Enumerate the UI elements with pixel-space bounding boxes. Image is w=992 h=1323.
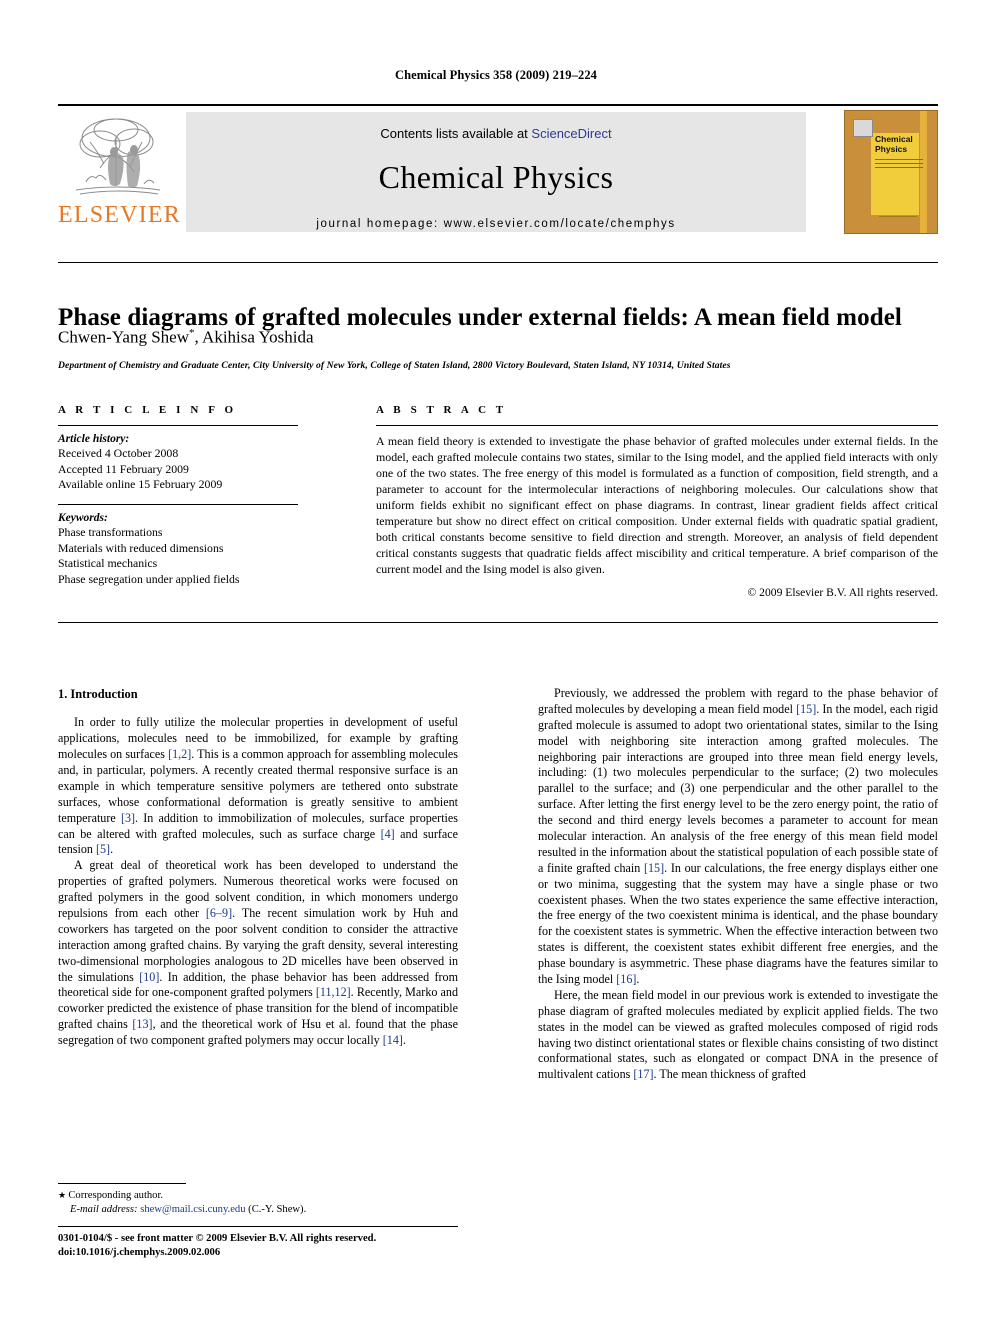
history-received: Received 4 October 2008 (58, 446, 179, 460)
text-run: . The mean thickness of grafted (653, 1067, 806, 1082)
author-secondary: , Akihisa Yoshida (194, 327, 314, 347)
text-run: . In the model, each rigid grafted molec… (538, 701, 938, 875)
citation-ref[interactable]: [10] (139, 970, 159, 984)
keyword-item: Phase transformations (58, 525, 163, 540)
text-run: . (636, 972, 640, 987)
paragraph: In order to fully utilize the molecular … (58, 715, 458, 858)
citation-ref[interactable]: [17] (633, 1067, 653, 1081)
keywords-label: Keywords: (58, 512, 108, 525)
citation-ref[interactable]: [3] (121, 811, 135, 825)
info-rule-top (58, 425, 298, 426)
citation-ref[interactable]: [6–9] (206, 906, 232, 920)
asterisk-icon: ★ (58, 1190, 69, 1200)
section-heading-introduction: 1. Introduction (58, 687, 138, 701)
cover-stripe (920, 111, 927, 233)
footnote-block: ★ Corresponding author. E-mail address: … (58, 1189, 458, 1217)
info-rule-mid (58, 504, 298, 506)
contents-line: Contents lists available at ScienceDirec… (186, 112, 806, 141)
text-run: . In our calculations, the free energy d… (538, 860, 938, 987)
email-link[interactable]: shew@mail.csi.cuny.edu (140, 1204, 245, 1215)
author-primary: Chwen-Yang Shew (58, 327, 189, 347)
citation-ref[interactable]: [4] (381, 827, 395, 841)
journal-banner: Contents lists available at ScienceDirec… (186, 112, 806, 232)
footnote-divider (58, 1183, 186, 1184)
email-suffix: (C.-Y. Shew). (245, 1204, 307, 1216)
body-column-left: 1. Introduction In order to fully utiliz… (58, 686, 458, 1049)
paragraph: Previously, we addressed the problem wit… (538, 686, 938, 988)
article-info-heading: A R T I C L E I N F O (58, 404, 237, 416)
keyword-item: Materials with reduced dimensions (58, 540, 224, 555)
abstract-heading: A B S T R A C T (376, 404, 507, 416)
abstract-rule-bottom (58, 622, 938, 623)
keyword-item: Statistical mechanics (58, 556, 158, 571)
citation-ref[interactable]: [15] (644, 861, 664, 875)
history-accepted: Accepted 11 February 2009 (58, 461, 189, 476)
paragraph: A great deal of theoretical work has bee… (58, 858, 458, 1049)
corresponding-author-note: ★ Corresponding author. (58, 1189, 458, 1203)
keyword-item: Phase segregation under applied fields (58, 572, 240, 587)
title-divider (58, 262, 938, 263)
running-head: Chemical Physics 358 (2009) 219–224 (394, 68, 598, 82)
citation-ref[interactable]: [5] (96, 842, 110, 856)
affiliation: Department of Chemistry and Graduate Cen… (58, 360, 731, 371)
citation-ref[interactable]: [15] (796, 702, 816, 716)
cover-rule-2 (875, 163, 923, 164)
history-online: Available online 15 February 2009 (58, 477, 223, 492)
journal-title: Chemical Physics (378, 159, 614, 195)
citation-ref[interactable]: [13] (132, 1017, 152, 1031)
text-run: . (402, 1033, 406, 1048)
citation-ref[interactable]: [1,2] (168, 747, 191, 761)
contents-prefix: Contents lists available at (380, 126, 532, 141)
footer-divider (58, 1226, 458, 1227)
abstract-block: A B S T R A C T A mean field theory is e… (376, 404, 938, 599)
journal-cover-thumbnail: Chemical Physics (844, 110, 938, 234)
abstract-text: A mean field theory is extended to inves… (376, 434, 938, 576)
elsevier-tree-icon (75, 118, 161, 195)
email-label: E-mail address: (70, 1204, 138, 1216)
issn-line: 0301-0104/$ - see front matter © 2009 El… (58, 1233, 377, 1244)
cover-bottom-rule (879, 216, 917, 217)
citation-ref[interactable]: [16] (616, 972, 636, 986)
article-info-block: A R T I C L E I N F O Article history: R… (58, 404, 298, 588)
citation-ref[interactable]: [11,12] (316, 985, 351, 999)
email-note: E-mail address: shew@mail.csi.cuny.edu (… (58, 1203, 458, 1217)
cover-rule-1 (875, 159, 923, 160)
journal-masthead: ELSEVIER Contents lists available at Sci… (58, 104, 938, 236)
article-history-label: Article history: (58, 433, 130, 445)
text-run: . (110, 842, 114, 857)
footer-block: 0301-0104/$ - see front matter © 2009 El… (58, 1232, 518, 1260)
cover-title: Chemical Physics (875, 134, 913, 154)
doi-line[interactable]: doi:10.1016/j.chemphys.2009.02.006 (58, 1246, 518, 1260)
paragraph: Here, the mean field model in our previo… (538, 988, 938, 1083)
cover-rule-3 (875, 167, 923, 168)
cover-publisher-mark (853, 119, 873, 137)
sciencedirect-link[interactable]: ScienceDirect (531, 126, 611, 141)
corresponding-author-text: Corresponding author. (68, 1190, 164, 1201)
journal-homepage[interactable]: journal homepage: www.elsevier.com/locat… (186, 196, 806, 230)
citation-ref[interactable]: [14] (383, 1033, 403, 1047)
paper-page: Chemical Physics 358 (2009) 219–224 ELSE… (0, 0, 992, 1323)
body-column-right: Previously, we addressed the problem wit… (538, 686, 938, 1083)
author-list: Chwen-Yang Shew*, Akihisa Yoshida (58, 327, 938, 348)
elsevier-wordmark: ELSEVIER (58, 202, 181, 228)
elsevier-logo: ELSEVIER (58, 112, 181, 236)
abstract-rule-top (376, 425, 938, 426)
copyright-line: © 2009 Elsevier B.V. All rights reserved… (747, 586, 938, 599)
